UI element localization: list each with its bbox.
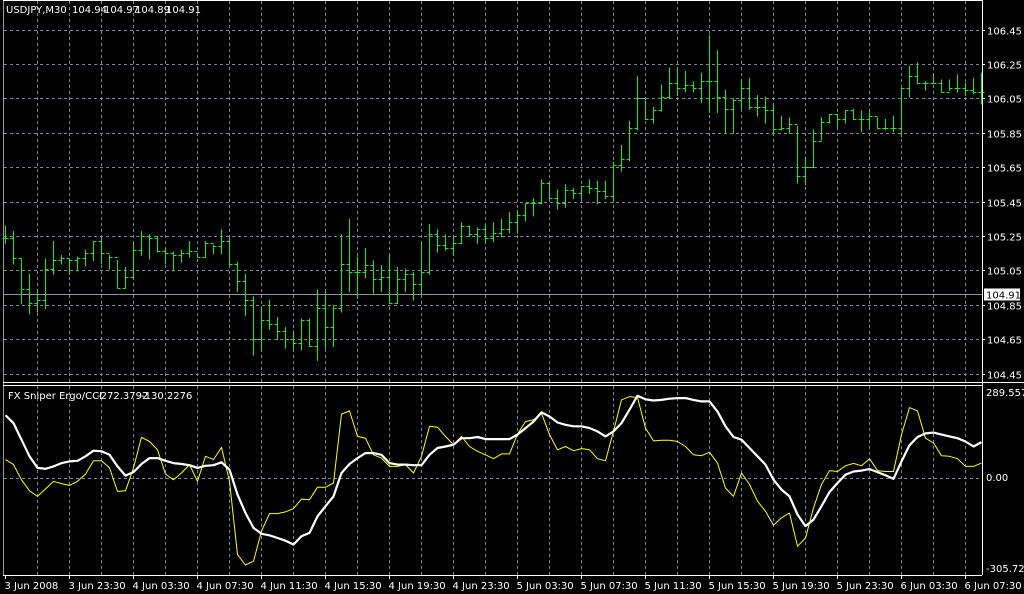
time-tick-label: 5 Jun 11:30 bbox=[645, 581, 702, 592]
time-tick-label: 3 Jun 2008 bbox=[5, 581, 59, 592]
time-tick-label: 4 Jun 19:30 bbox=[389, 581, 446, 592]
price-tick-label: 104.45 bbox=[987, 371, 1022, 382]
time-tick-label: 5 Jun 23:30 bbox=[837, 581, 894, 592]
time-tick-label: 3 Jun 23:30 bbox=[69, 581, 126, 592]
close-value: 104.91 bbox=[166, 5, 201, 16]
time-tick-label: 6 Jun 07:30 bbox=[965, 581, 1022, 592]
symbol-label: USDJPY,M30 bbox=[6, 5, 67, 16]
time-tick-label: 6 Jun 03:30 bbox=[901, 581, 958, 592]
time-tick-label: 4 Jun 07:30 bbox=[197, 581, 254, 592]
indicator-value-2: -130.2276 bbox=[141, 391, 192, 402]
price-tick-label: 104.65 bbox=[987, 336, 1022, 347]
price-tick-label: 106.05 bbox=[987, 95, 1022, 106]
time-tick-label: 4 Jun 15:30 bbox=[325, 581, 382, 592]
price-tick-label: 105.45 bbox=[987, 199, 1022, 210]
high-value: 104.97 bbox=[104, 5, 139, 16]
time-tick-label: 5 Jun 19:30 bbox=[773, 581, 830, 592]
price-tick-label: 105.65 bbox=[987, 164, 1022, 175]
trading-chart[interactable]: 106.45 106.25 106.05 105.85 105.65 105.45 105.… bbox=[0, 0, 1024, 594]
price-tick-label: 105.85 bbox=[987, 130, 1022, 141]
indicator-name: FX Sniper Ergo/CCI bbox=[8, 391, 102, 402]
time-tick-label: 5 Jun 03:30 bbox=[517, 581, 574, 592]
indicator-max-label: 289.557 bbox=[986, 388, 1024, 399]
low-value: 104.89 bbox=[135, 5, 170, 16]
time-tick-label: 5 Jun 15:30 bbox=[709, 581, 766, 592]
time-tick-label: 5 Jun 07:30 bbox=[581, 581, 638, 592]
time-tick-label: 4 Jun 11:30 bbox=[261, 581, 318, 592]
price-tick-label: 106.25 bbox=[987, 61, 1022, 72]
indicator-min-label: -305.723 bbox=[986, 564, 1024, 575]
price-tick-label: 105.25 bbox=[987, 233, 1022, 244]
indicator-zero-label: 0.00 bbox=[986, 473, 1008, 484]
price-tick-label: 106.45 bbox=[987, 27, 1022, 38]
main-legend: USDJPY,M30 104.94 104.97 104.89 104.91 bbox=[6, 5, 201, 16]
time-tick-label: 4 Jun 23:30 bbox=[453, 581, 510, 592]
chart-background bbox=[0, 0, 1024, 594]
price-tick-label: 104.85 bbox=[987, 302, 1022, 313]
indicator-legend: FX Sniper Ergo/CCI -272.3792 -130.2276 bbox=[8, 391, 192, 402]
price-tick-label: 105.05 bbox=[987, 267, 1022, 278]
open-value: 104.94 bbox=[72, 5, 107, 16]
time-tick-label: 4 Jun 03:30 bbox=[133, 581, 190, 592]
current-price-label: 104.91 bbox=[986, 291, 1021, 302]
